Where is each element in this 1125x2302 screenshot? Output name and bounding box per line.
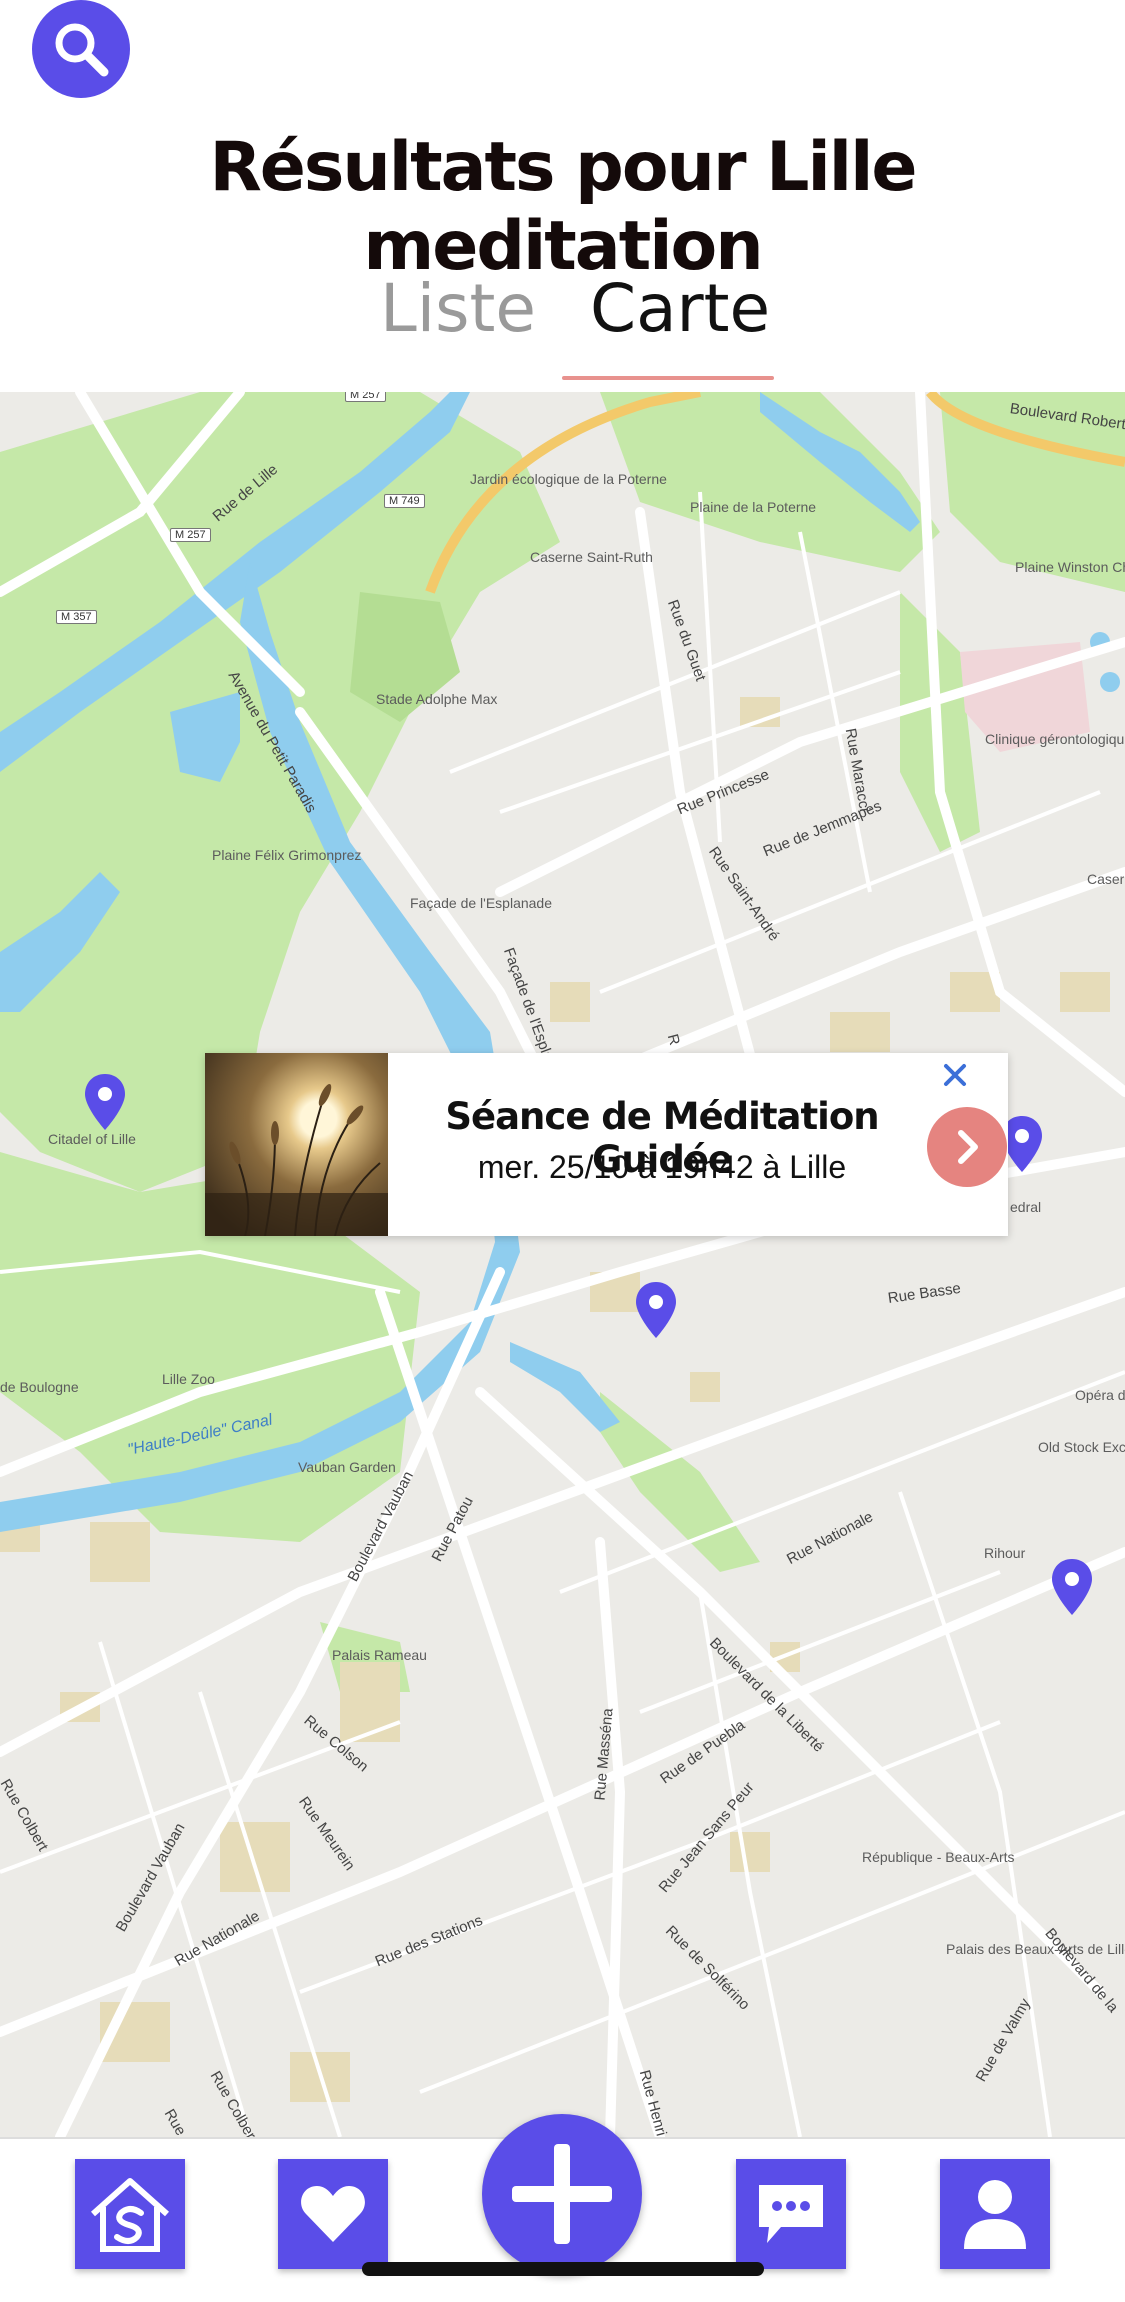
map-place-label: Façade de l'Esplanade — [410, 895, 552, 911]
nav-add-button[interactable] — [482, 2114, 642, 2274]
nav-favorites-button[interactable] — [278, 2159, 388, 2269]
nav-home-button[interactable] — [75, 2159, 185, 2269]
search-icon — [55, 23, 109, 77]
route-shield: M 257 — [170, 528, 211, 542]
map-place-label: de Boulogne — [0, 1379, 79, 1395]
grass-image-icon — [205, 1083, 388, 1236]
map-place-label: République - Beaux-Arts — [862, 1849, 1015, 1865]
home-icon — [91, 2178, 169, 2252]
nav-messages-button[interactable] — [736, 2159, 846, 2269]
event-date: mer. 25/10 à 19h42 à Lille — [477, 1149, 847, 1185]
map-canvas — [0, 392, 1125, 2137]
map-place-label: Opéra de — [1075, 1387, 1125, 1403]
map-marker-icon[interactable] — [83, 1072, 127, 1132]
plus-icon — [512, 2144, 612, 2244]
chat-icon — [759, 2185, 823, 2243]
view-tabs: Liste Carte — [0, 270, 1125, 382]
route-shield: M 257 — [345, 392, 386, 402]
map-place-label: Stade Adolphe Max — [376, 691, 498, 707]
bottom-nav — [0, 2114, 1125, 2302]
search-button[interactable] — [32, 0, 130, 98]
home-indicator — [362, 2262, 764, 2276]
close-button[interactable] — [935, 1055, 975, 1095]
tab-list[interactable]: Liste — [380, 270, 536, 347]
tab-map[interactable]: Carte — [590, 270, 770, 347]
map-place-label: Plaine de la Poterne — [690, 499, 817, 515]
map-place-label: Palais Rameau — [332, 1647, 427, 1663]
event-thumbnail — [205, 1053, 388, 1236]
map-place-label: Rihour — [984, 1545, 1026, 1561]
active-tab-indicator — [562, 376, 774, 380]
route-shield: M 357 — [56, 610, 97, 624]
route-shield: M 749 — [384, 494, 425, 508]
chevron-right-icon — [958, 1130, 978, 1164]
map-view[interactable]: M 257 M 749 M 257 M 357 Jardin écologiqu… — [0, 392, 1125, 2137]
map-marker-icon[interactable] — [634, 1280, 678, 1340]
page-title: Résultats pour Lille meditation — [209, 128, 917, 286]
nav-profile-button[interactable] — [940, 2159, 1050, 2269]
map-place-label: Jardin écologique de la Poterne — [470, 471, 667, 487]
open-event-button[interactable] — [927, 1107, 1007, 1187]
user-icon — [964, 2180, 1026, 2249]
map-place-label: Lille Zoo — [162, 1371, 215, 1387]
event-card[interactable]: Séance de Méditation Guidée mer. 25/10 à… — [205, 1053, 1008, 1236]
map-marker-icon[interactable] — [1050, 1557, 1094, 1617]
map-place-label: Clinique gérontologique Les Bateliers — [985, 731, 1125, 747]
map-place-label: Citadel of Lille — [48, 1131, 136, 1147]
map-place-label: Plaine Winston Churchill — [1015, 559, 1125, 575]
heart-icon — [301, 2186, 365, 2242]
map-place-label: Palais des Beaux-Arts de Lille — [946, 1941, 1125, 1957]
map-place-label: Old Stock Exchange — [1038, 1439, 1125, 1455]
map-place-label: Vauban Garden — [298, 1459, 396, 1475]
close-icon — [944, 1064, 966, 1086]
map-place-label: edral — [1010, 1199, 1042, 1215]
map-place-label: Caserne — [1087, 871, 1125, 887]
map-place-label: Plaine Félix Grimonprez — [212, 847, 362, 863]
map-place-label: Caserne Saint-Ruth — [530, 549, 653, 565]
